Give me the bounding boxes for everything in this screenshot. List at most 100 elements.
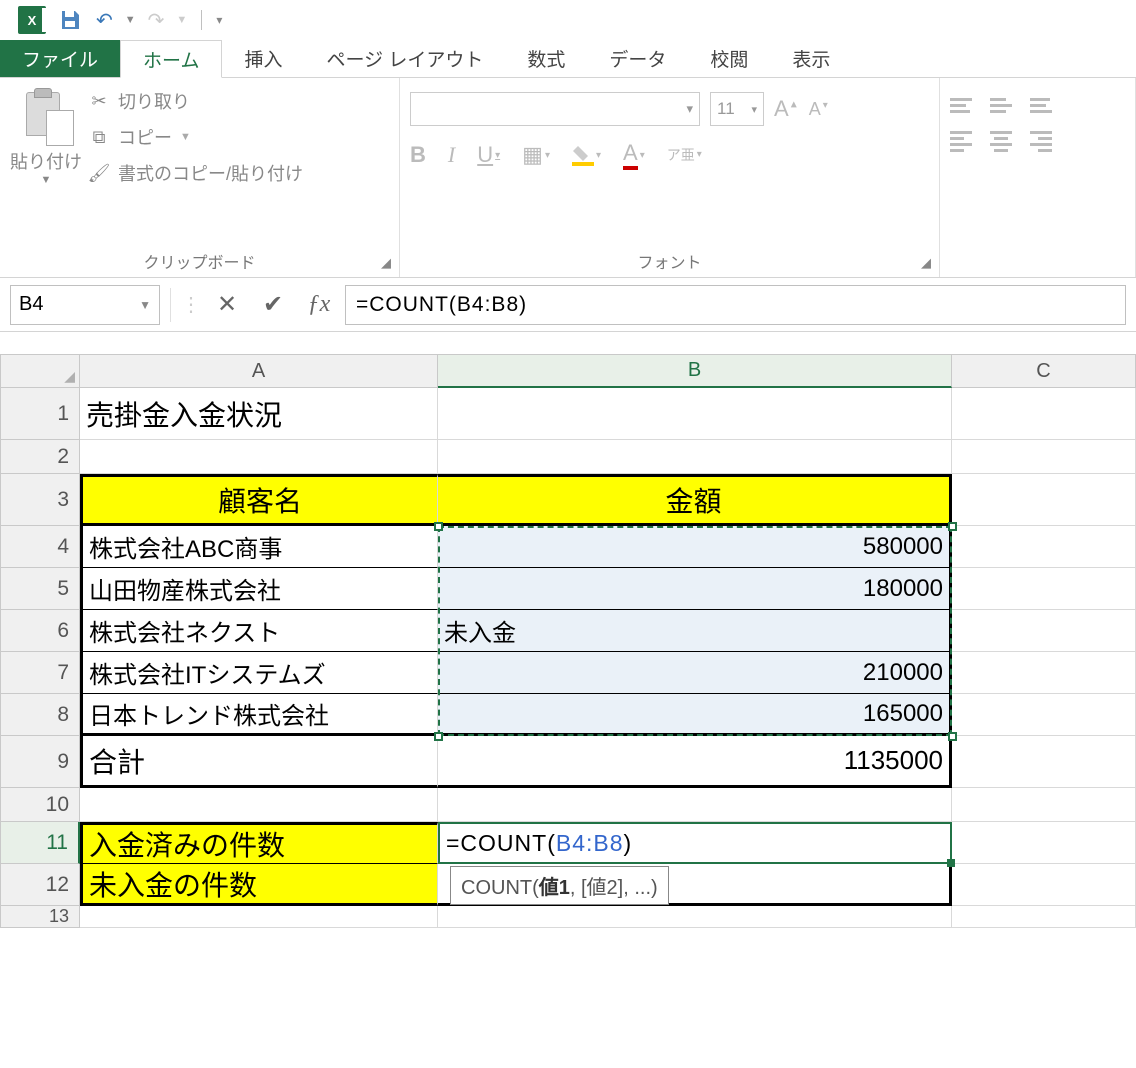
column-header-A[interactable]: A [80, 354, 438, 388]
cell-C13[interactable] [952, 906, 1136, 928]
row-header-5[interactable]: 5 [0, 568, 80, 610]
cell-A2[interactable] [80, 440, 438, 474]
selection-handle-icon[interactable] [434, 732, 443, 741]
font-size-select[interactable]: 11▾ [710, 92, 764, 126]
cell-A13[interactable] [80, 906, 438, 928]
cell-A8[interactable]: 日本トレンド株式会社 [80, 694, 438, 736]
cell-B11[interactable]: =COUNT(B4:B8) [438, 822, 952, 864]
format-painter-button[interactable]: 🖌 書式のコピー/貼り付け [88, 160, 303, 186]
align-middle-icon[interactable] [990, 98, 1012, 113]
cell-C4[interactable] [952, 526, 1136, 568]
cell-B9[interactable]: 1135000 [438, 736, 952, 788]
cell-C7[interactable] [952, 652, 1136, 694]
italic-button[interactable]: I [448, 142, 455, 168]
row-header-2[interactable]: 2 [0, 440, 80, 474]
paste-dropdown-icon[interactable]: ▼ [41, 174, 52, 186]
undo-button[interactable]: ↶ [94, 6, 115, 34]
selection-handle-icon[interactable] [948, 522, 957, 531]
font-name-select[interactable]: ▾ [410, 92, 700, 126]
confirm-formula-button[interactable]: ✔ [253, 285, 293, 325]
cell-C5[interactable] [952, 568, 1136, 610]
cell-A6[interactable]: 株式会社ネクスト [80, 610, 438, 652]
clipboard-launcher-icon[interactable]: ◢ [381, 255, 391, 271]
cell-C6[interactable] [952, 610, 1136, 652]
tab-data[interactable]: データ [587, 40, 688, 77]
cell-B8[interactable]: 165000 [438, 694, 952, 736]
fill-color-button[interactable]: ▾ [572, 144, 601, 166]
tab-formulas[interactable]: 数式 [505, 40, 587, 77]
row-header-6[interactable]: 6 [0, 610, 80, 652]
cell-C8[interactable] [952, 694, 1136, 736]
tab-view[interactable]: 表示 [770, 40, 852, 77]
cell-B4[interactable]: 580000 [438, 526, 952, 568]
name-box[interactable]: B4 ▼ [10, 285, 160, 325]
save-icon[interactable] [56, 6, 84, 34]
selection-handle-icon[interactable] [948, 732, 957, 741]
fill-handle-icon[interactable] [947, 859, 955, 867]
cell-A4[interactable]: 株式会社ABC商事 [80, 526, 438, 568]
align-center-icon[interactable] [990, 131, 1012, 152]
cell-B3[interactable]: 金額 [438, 474, 952, 526]
namebox-dropdown-icon[interactable]: ▼ [139, 298, 151, 312]
redo-button[interactable]: ↷ [146, 6, 167, 34]
cut-button[interactable]: ✂ 切り取り [88, 88, 303, 114]
bold-button[interactable]: B [410, 142, 426, 168]
cell-A11[interactable]: 入金済みの件数 [80, 822, 438, 864]
tab-insert[interactable]: 挿入 [222, 40, 304, 77]
cell-C2[interactable] [952, 440, 1136, 474]
paste-button[interactable]: 貼り付け ▼ [10, 84, 82, 245]
tab-page-layout[interactable]: ページ レイアウト [304, 40, 505, 77]
row-header-1[interactable]: 1 [0, 388, 80, 440]
align-right-icon[interactable] [1030, 131, 1052, 152]
cell-A10[interactable] [80, 788, 438, 822]
cell-A1[interactable]: 売掛金入金状況 [80, 388, 438, 440]
cell-B6[interactable]: 未入金 [438, 610, 952, 652]
cell-B7[interactable]: 210000 [438, 652, 952, 694]
row-header-13[interactable]: 13 [0, 906, 80, 928]
fx-button[interactable]: ƒx [299, 285, 339, 325]
formula-input[interactable]: =COUNT(B4:B8) [345, 285, 1126, 325]
tab-home[interactable]: ホーム [120, 40, 222, 78]
cancel-formula-button[interactable]: ✕ [207, 285, 247, 325]
copy-button[interactable]: ⧉ コピー ▼ [88, 124, 303, 150]
font-launcher-icon[interactable]: ◢ [921, 255, 931, 271]
column-header-C[interactable]: C [952, 354, 1136, 388]
cell-B13[interactable] [438, 906, 952, 928]
align-top-icon[interactable] [950, 98, 972, 113]
cell-C10[interactable] [952, 788, 1136, 822]
cell-A3[interactable]: 顧客名 [80, 474, 438, 526]
align-bottom-icon[interactable] [1030, 98, 1052, 113]
border-button[interactable]: ▦ ▾ [522, 142, 550, 168]
cell-B1[interactable] [438, 388, 952, 440]
tab-review[interactable]: 校閲 [688, 40, 770, 77]
row-header-4[interactable]: 4 [0, 526, 80, 568]
row-header-8[interactable]: 8 [0, 694, 80, 736]
row-header-7[interactable]: 7 [0, 652, 80, 694]
decrease-font-icon[interactable]: A▾ [809, 99, 830, 120]
tab-file[interactable]: ファイル [0, 40, 120, 77]
cell-A7[interactable]: 株式会社ITシステムズ [80, 652, 438, 694]
row-header-3[interactable]: 3 [0, 474, 80, 526]
row-header-10[interactable]: 10 [0, 788, 80, 822]
cell-C11[interactable] [952, 822, 1136, 864]
cell-C9[interactable] [952, 736, 1136, 788]
row-header-9[interactable]: 9 [0, 736, 80, 788]
cell-C1[interactable] [952, 388, 1136, 440]
cell-B10[interactable] [438, 788, 952, 822]
underline-button[interactable]: U ▾ [477, 142, 500, 168]
cell-C12[interactable] [952, 864, 1136, 906]
align-left-icon[interactable] [950, 131, 972, 152]
font-color-button[interactable]: A ▾ [623, 140, 645, 170]
row-header-12[interactable]: 12 [0, 864, 80, 906]
select-all-corner[interactable]: ◢ [0, 354, 80, 388]
cell-A9[interactable]: 合計 [80, 736, 438, 788]
cell-C3[interactable] [952, 474, 1136, 526]
cell-A5[interactable]: 山田物産株式会社 [80, 568, 438, 610]
column-header-B[interactable]: B [438, 354, 952, 388]
ruby-button[interactable]: ア亜 ▾ [667, 148, 702, 162]
cell-B5[interactable]: 180000 [438, 568, 952, 610]
selection-handle-icon[interactable] [434, 522, 443, 531]
increase-font-icon[interactable]: A▴ [774, 96, 799, 122]
row-header-11[interactable]: 11 [0, 822, 80, 864]
cell-B2[interactable] [438, 440, 952, 474]
